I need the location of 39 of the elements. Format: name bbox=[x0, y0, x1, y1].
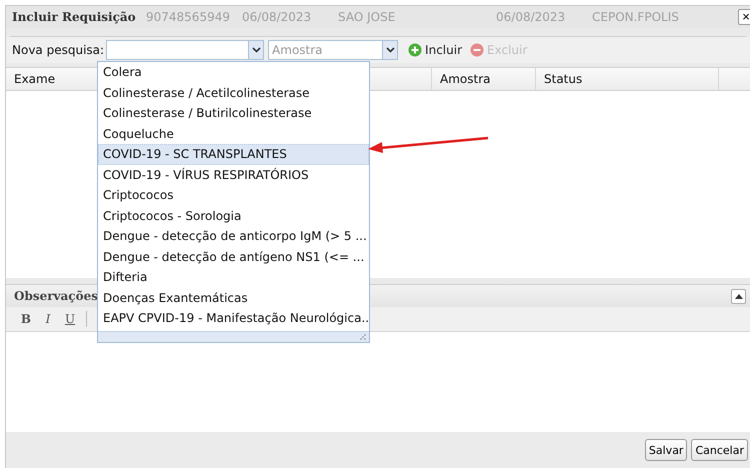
close-button[interactable]: × bbox=[738, 9, 750, 25]
dropdown-item[interactable]: Difteria bbox=[98, 267, 369, 288]
dropdown-item[interactable]: EAPV CPVID-19 - Manifestação Neurológica... bbox=[98, 308, 369, 328]
resize-grip-icon bbox=[360, 334, 366, 340]
dropdown-button[interactable] bbox=[248, 40, 264, 60]
header-info-text: 06/08/2023 bbox=[496, 10, 566, 24]
header-info-text: SAO JOSE bbox=[338, 10, 396, 24]
dropdown-item[interactable]: Dengue - detecção de anticorpo IgM (> 5 ... bbox=[98, 226, 369, 246]
triangle-up-icon bbox=[734, 294, 742, 298]
format-button[interactable]: U bbox=[60, 309, 80, 329]
save-button[interactable]: Salvar bbox=[644, 439, 688, 461]
cancel-button[interactable]: Cancelar bbox=[691, 439, 748, 461]
format-button[interactable]: B bbox=[16, 309, 36, 329]
header-info-text: CEPON.FPOLIS bbox=[592, 10, 679, 24]
format-button[interactable]: I bbox=[38, 309, 58, 329]
dropdown-item[interactable]: Colera bbox=[98, 62, 369, 82]
dropdown-item[interactable]: Criptococos bbox=[98, 185, 369, 206]
dropdown-item[interactable]: Coqueluche bbox=[98, 124, 369, 144]
plus-icon bbox=[408, 43, 422, 57]
sample-combo-field[interactable]: Amostra bbox=[268, 40, 382, 60]
column-header[interactable]: Amostra bbox=[432, 68, 536, 90]
search-label: Nova pesquisa: bbox=[12, 43, 104, 57]
dropdown-item[interactable]: Colinesterase / Butirilcolinesterase bbox=[98, 103, 369, 124]
header-info-text: 90748565949 bbox=[146, 10, 231, 24]
dropdown-button[interactable] bbox=[382, 40, 398, 60]
dropdown-item[interactable]: COVID-19 - VÍRUS RESPIRATÓRIOS bbox=[98, 164, 369, 185]
dropdown-item[interactable]: Criptococos - Sorologia bbox=[98, 206, 369, 226]
dropdown-item[interactable]: COVID-19 - SC TRANSPLANTES bbox=[98, 144, 369, 164]
dropdown-item[interactable]: Colinesterase / Acetilcolinesterase bbox=[98, 82, 369, 103]
dropdown-item[interactable]: Dengue - detecção de antígeno NS1 (<= ... bbox=[98, 246, 369, 267]
column-header[interactable]: Status bbox=[536, 68, 719, 90]
window-title: Incluir Requisição bbox=[12, 10, 137, 24]
exam-combo-field[interactable] bbox=[106, 40, 248, 60]
panel-title: Observações bbox=[14, 289, 98, 303]
collapse-button[interactable] bbox=[731, 288, 746, 304]
add-button[interactable]: Incluir bbox=[404, 43, 466, 57]
dropdown-item[interactable]: Doenças Exantemáticas bbox=[98, 288, 369, 308]
header-info-text: 06/08/2023 bbox=[242, 10, 312, 24]
minus-icon bbox=[470, 43, 484, 57]
